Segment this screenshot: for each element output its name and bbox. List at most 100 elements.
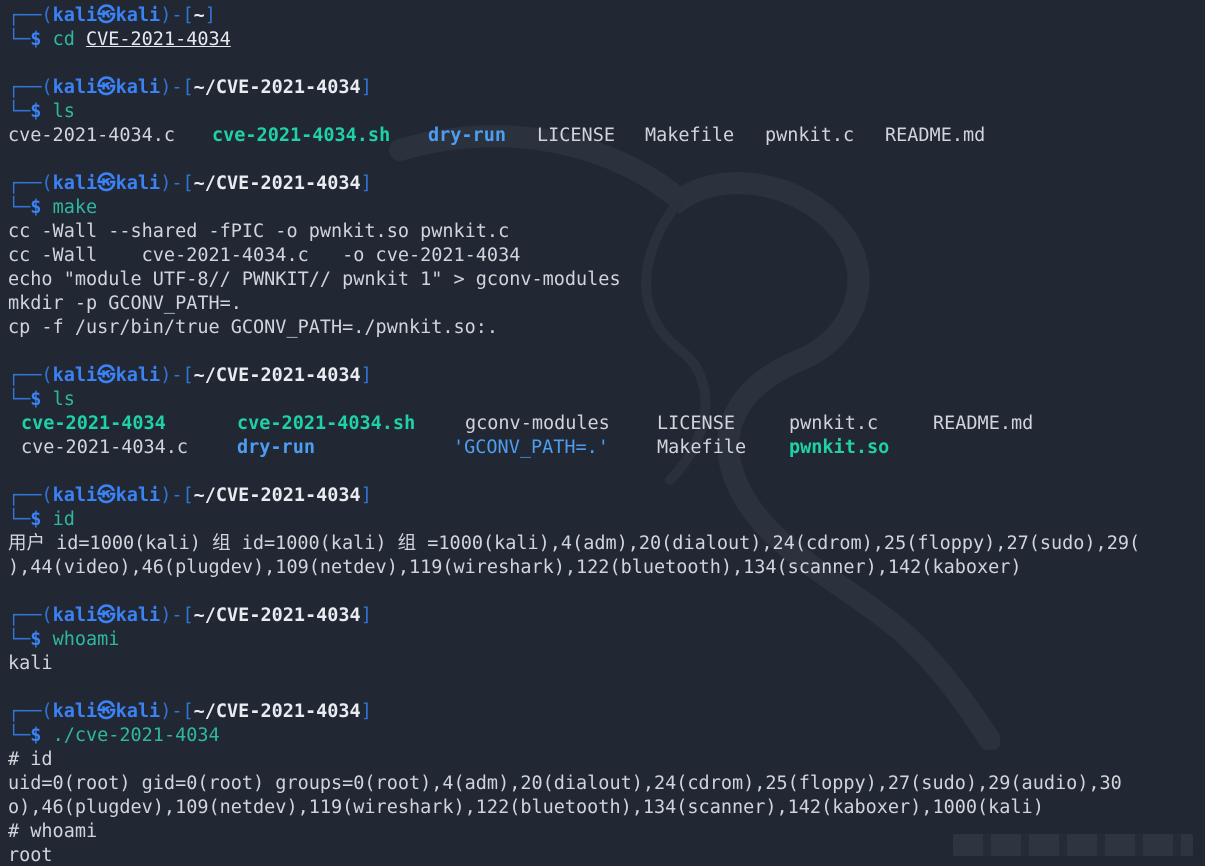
prompt-frame: ] (360, 77, 372, 98)
prompt-path: ~/CVE-2021-4034 (193, 77, 361, 98)
prompt-dollar: $ (30, 29, 42, 50)
prompt-path: ~/CVE-2021-4034 (193, 173, 361, 194)
prompt-host: kali (115, 5, 161, 26)
prompt-line: ┌──(kali㉿kali)-[~/CVE-2021-4034] (8, 172, 1205, 196)
prompt-dollar: $ (30, 197, 42, 218)
command-text: make (52, 197, 98, 218)
file-entry-executable: pwnkit.so (789, 437, 890, 458)
prompt-line: ┌──(kali㉿kali)-[~/CVE-2021-4034] (8, 484, 1205, 508)
file-entry: Makefile (657, 437, 747, 458)
command-line[interactable]: └─$ make (8, 196, 1205, 220)
command-argument: CVE-2021-4034 (85, 29, 231, 50)
prompt-user: kali (52, 365, 98, 386)
prompt-path: ~/CVE-2021-4034 (193, 365, 361, 386)
command-line[interactable]: └─$ cd CVE-2021-4034 (8, 28, 1205, 52)
prompt-at-icon: ㉿ (97, 365, 116, 386)
prompt-dollar: $ (30, 725, 42, 746)
command-line[interactable]: └─$ id (8, 508, 1205, 532)
prompt-host: kali (115, 485, 161, 506)
ls-output: cve-2021-4034 cve-2021-4034.sh gconv-mod… (8, 412, 1205, 436)
prompt-host: kali (115, 173, 161, 194)
prompt-frame: )-[ (160, 605, 194, 626)
prompt-path: ~/CVE-2021-4034 (193, 485, 361, 506)
directory-entry: dry-run (237, 437, 315, 458)
file-entry: LICENSE (657, 413, 735, 434)
command-line[interactable]: └─$ ls (8, 388, 1205, 412)
prompt-frame: )-[ (160, 701, 194, 722)
prompt-frame: )-[ (160, 173, 194, 194)
prompt-dollar: $ (30, 389, 42, 410)
prompt-frame: ┌──( (8, 77, 53, 98)
prompt-frame: └─ (8, 29, 31, 50)
file-entry-executable: cve-2021-4034 (21, 413, 166, 434)
id-output-line: ),44(video),46(plugdev),109(netdev),119(… (8, 557, 1022, 578)
command-line[interactable]: └─$ ./cve-2021-4034 (8, 724, 1205, 748)
file-entry: README.md (885, 125, 986, 146)
terminal-window[interactable]: ┌──(kali㉿kali)-[~] └─$ cd CVE-2021-4034 … (0, 0, 1205, 866)
command-text: ls (52, 101, 75, 122)
prompt-frame: ] (360, 173, 372, 194)
file-entry: README.md (933, 413, 1034, 434)
prompt-frame: └─ (8, 197, 31, 218)
prompt-dollar: $ (30, 629, 42, 650)
prompt-frame: ┌──( (8, 485, 53, 506)
prompt-frame: )-[ (160, 77, 194, 98)
prompt-at-icon: ㉿ (97, 5, 116, 26)
ls-output: cve-2021-4034.c dry-run 'GCONV_PATH=.' M… (8, 436, 1205, 460)
prompt-frame: └─ (8, 629, 31, 650)
id-output-line: 用户 id=1000(kali) 组 id=1000(kali) 组 =1000… (8, 533, 1141, 554)
file-entry-executable: cve-2021-4034.sh (237, 413, 416, 434)
whoami-output: kali (8, 653, 53, 674)
prompt-frame: └─ (8, 725, 31, 746)
prompt-at-icon: ㉿ (97, 701, 116, 722)
prompt-line: ┌──(kali㉿kali)-[~/CVE-2021-4034] (8, 76, 1205, 100)
file-entry: cve-2021-4034.c (8, 125, 176, 146)
command-line[interactable]: └─$ whoami (8, 628, 1205, 652)
prompt-user: kali (52, 5, 98, 26)
file-entry: pwnkit.c (765, 125, 855, 146)
prompt-frame: └─ (8, 101, 31, 122)
command-text: whoami (52, 629, 120, 650)
prompt-line: ┌──(kali㉿kali)-[~/CVE-2021-4034] (8, 700, 1205, 724)
prompt-host: kali (115, 365, 161, 386)
prompt-host: kali (115, 701, 161, 722)
prompt-frame: ] (360, 701, 372, 722)
prompt-frame: ┌──( (8, 605, 53, 626)
file-entry: gconv-modules (465, 413, 610, 434)
prompt-frame: ] (360, 365, 372, 386)
prompt-host: kali (115, 77, 161, 98)
prompt-user: kali (52, 173, 98, 194)
prompt-line: ┌──(kali㉿kali)-[~] (8, 4, 1205, 28)
prompt-frame: ┌──( (8, 5, 53, 26)
prompt-line: ┌──(kali㉿kali)-[~/CVE-2021-4034] (8, 604, 1205, 628)
ls-output: cve-2021-4034.c cve-2021-4034.sh dry-run… (8, 124, 1205, 148)
prompt-user: kali (52, 485, 98, 506)
prompt-frame: ┌──( (8, 365, 53, 386)
prompt-frame: ┌──( (8, 173, 53, 194)
file-entry: LICENSE (537, 125, 615, 146)
prompt-at-icon: ㉿ (97, 77, 116, 98)
prompt-user: kali (52, 605, 98, 626)
make-output-line: echo "module UTF-8// PWNKIT// pwnkit 1" … (8, 269, 621, 290)
prompt-frame: ] (204, 5, 216, 26)
root-shell-line: # id (8, 749, 53, 770)
prompt-line: ┌──(kali㉿kali)-[~/CVE-2021-4034] (8, 364, 1205, 388)
prompt-at-icon: ㉿ (97, 485, 116, 506)
prompt-dollar: $ (30, 101, 42, 122)
command-text: cd (52, 29, 86, 50)
file-entry: pwnkit.c (789, 413, 879, 434)
command-text: ls (52, 389, 75, 410)
prompt-frame: └─ (8, 509, 31, 530)
file-entry-executable: cve-2021-4034.sh (212, 125, 391, 146)
file-entry: cve-2021-4034.c (21, 437, 189, 458)
command-line[interactable]: └─$ ls (8, 100, 1205, 124)
prompt-path: ~/CVE-2021-4034 (193, 701, 361, 722)
prompt-path: ~/CVE-2021-4034 (193, 605, 361, 626)
prompt-frame: └─ (8, 389, 31, 410)
blurred-watermark (953, 834, 1193, 856)
directory-entry: 'GCONV_PATH=.' (453, 437, 609, 458)
prompt-dollar: $ (30, 509, 42, 530)
prompt-at-icon: ㉿ (97, 605, 116, 626)
file-entry: Makefile (645, 125, 735, 146)
prompt-frame: ] (360, 605, 372, 626)
